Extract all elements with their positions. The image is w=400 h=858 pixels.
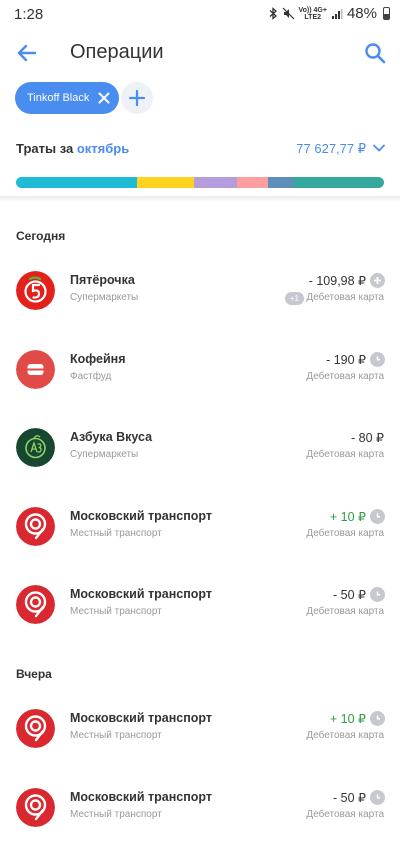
merchant-name: Азбука Вкуса [70, 430, 153, 444]
transaction-row[interactable]: Московский транспорт Местный транспорт - 5… [0, 778, 400, 838]
merchant-category: Местный транспорт [70, 809, 162, 820]
spending-segment [268, 177, 294, 188]
card-filter-label: Tinkoff Black [27, 92, 90, 104]
spending-segment [16, 177, 138, 188]
battery-percent: 48% [346, 5, 377, 22]
merchant-logo-icon [16, 507, 55, 546]
merchant-name: Пятёрочка [70, 273, 135, 287]
merchant-name: Московский транспорт [70, 587, 212, 601]
transaction-row[interactable]: Азбука Вкуса Супермаркеты - 80 ₽ Дебетовая … [0, 418, 400, 478]
spending-segment [137, 177, 195, 188]
header-divider [0, 196, 400, 202]
plus-icon [370, 273, 385, 288]
card-filter-chip[interactable]: Tinkoff Black [15, 82, 120, 114]
transaction-row[interactable]: Кофейня Фастфуд - 190 ₽ Дебетовая карта [0, 340, 400, 400]
transaction-amount: + 10 ₽ [329, 712, 366, 726]
network-line2: LTE2 [304, 13, 322, 21]
transaction-row[interactable]: Пятёрочка Супермаркеты - 109,98 ₽ +1 Дебетов… [0, 261, 400, 321]
status-bar: 1:28 Vo)) 4G+ LTE2 48% [0, 0, 400, 30]
spending-segment [194, 177, 237, 188]
transaction-amount: - 50 ₽ [333, 588, 366, 602]
merchant-name: Московский транспорт [70, 711, 212, 725]
status-time: 1:28 [14, 6, 44, 23]
signal-icon [331, 8, 343, 19]
transaction-row[interactable]: Московский транспорт Местный транспорт + 1… [0, 497, 400, 557]
transaction-amount: + 10 ₽ [329, 510, 366, 524]
spending-label: Траты за октябрь [16, 141, 129, 156]
page-title: Операции [70, 41, 164, 63]
app-bar: Операции [0, 32, 400, 74]
extra-count-badge: +1 [284, 292, 304, 305]
merchant-category: Местный транспорт [70, 606, 162, 617]
merchant-logo-icon [16, 271, 55, 310]
merchant-name: Московский транспорт [70, 790, 212, 804]
close-icon[interactable] [97, 91, 111, 105]
status-icons: Vo)) 4G+ LTE2 48% [268, 5, 390, 22]
battery-icon [383, 7, 390, 20]
clock-icon [370, 352, 385, 367]
transaction-amount: - 80 ₽ [351, 431, 384, 445]
card-type: Дебетовая карта [306, 371, 384, 382]
add-filter-button[interactable] [121, 82, 153, 114]
transaction-amount: - 190 ₽ [326, 353, 366, 367]
merchant-logo-icon [16, 788, 55, 827]
card-type: Дебетовая карта [306, 449, 384, 460]
merchant-name: Московский транспорт [70, 509, 212, 523]
spending-segment [293, 177, 384, 188]
section-heading: Вчера [16, 667, 52, 681]
merchant-category: Супермаркеты [70, 449, 139, 460]
spending-total: 77 627,77 ₽ [296, 141, 366, 156]
merchant-logo-icon [16, 428, 55, 467]
card-type: Дебетовая карта [306, 809, 384, 820]
merchant-logo-icon [16, 350, 55, 389]
spending-month[interactable]: октябрь [77, 141, 129, 156]
transaction-row[interactable]: Московский транспорт Местный транспорт + 1… [0, 699, 400, 759]
merchant-category: Местный транспорт [70, 528, 162, 539]
merchant-logo-icon [16, 709, 55, 748]
search-icon[interactable] [362, 40, 388, 66]
merchant-logo-icon [16, 585, 55, 624]
spending-summary[interactable]: Траты за октябрь 77 627,77 ₽ [0, 136, 400, 162]
merchant-category: Фастфуд [70, 371, 112, 382]
merchant-category: Супермаркеты [70, 292, 139, 303]
merchant-category: Местный транспорт [70, 730, 162, 741]
clock-icon [370, 509, 385, 524]
merchant-name: Кофейня [70, 352, 126, 366]
transaction-row[interactable]: Московский транспорт Местный транспорт - 5… [0, 575, 400, 635]
card-type: Дебетовая карта [306, 606, 384, 617]
network-indicator: Vo)) 4G+ LTE2 [299, 7, 327, 21]
section-heading: Сегодня [16, 229, 66, 243]
mute-icon [282, 7, 294, 20]
card-type: Дебетовая карта [306, 730, 384, 741]
transaction-amount: - 109,98 ₽ [308, 274, 366, 288]
clock-icon [370, 587, 385, 602]
spending-segment [236, 177, 269, 188]
back-arrow-icon[interactable] [14, 40, 40, 66]
clock-icon [370, 790, 385, 805]
network-line1: Vo)) 4G+ [298, 6, 327, 14]
transaction-amount: - 50 ₽ [333, 791, 366, 805]
spending-breakdown-bar[interactable] [16, 177, 384, 188]
chevron-down-icon[interactable] [372, 141, 386, 155]
card-type: Дебетовая карта [306, 292, 384, 303]
bluetooth-icon [269, 7, 277, 20]
plus-icon [128, 89, 146, 107]
card-type: Дебетовая карта [306, 528, 384, 539]
clock-icon [370, 711, 385, 726]
spending-label-text: Траты за [16, 141, 74, 156]
